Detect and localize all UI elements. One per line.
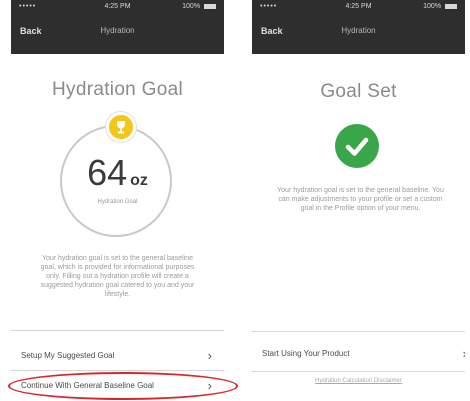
battery-percent: 100% [182,3,201,10]
start-using-product-button[interactable]: Start Using Your Product › [252,342,465,366]
divider [11,370,224,371]
disclaimer-link[interactable]: Hydration Calculation Disclaimer [252,378,465,384]
nav-bar: Back Hydration [11,14,224,54]
chevron-right-icon: › [207,348,212,363]
goal-set-description: Your hydration goal is set to the genera… [277,187,444,212]
battery-indicator: 100% [423,0,457,14]
checkmark-icon [335,124,379,168]
chevron-right-icon: › [207,378,212,393]
nav-title: Hydration [341,26,376,35]
page-title: Goal Set [320,81,397,102]
option-label: Setup My Suggested Goal [21,351,115,360]
page-title: Hydration Goal [52,79,183,100]
divider [252,331,465,332]
battery-icon [445,3,457,9]
option-label: Continue With General Baseline Goal [21,381,154,390]
goal-number: 64 [87,152,128,193]
goal-unit: oz [130,172,148,189]
battery-percent: 100% [423,3,442,10]
trophy-icon [106,112,136,142]
setup-suggested-goal-button[interactable]: Setup My Suggested Goal › [11,344,224,368]
continue-baseline-goal-button[interactable]: Continue With General Baseline Goal › [11,374,224,398]
battery-indicator: 100% [182,0,216,14]
hydration-goal-screen: ••••• 4:25 PM 100% Back Hydration Hydrat… [11,0,224,401]
divider [11,330,224,331]
status-bar: ••••• 4:25 PM 100% [252,0,465,14]
status-bar: ••••• 4:25 PM 100% [11,0,224,14]
battery-icon [204,3,216,9]
goal-caption: Hydration Goal [97,199,138,205]
divider [252,371,465,372]
goal-value: 64 oz [11,152,224,194]
goal-set-screen: ••••• 4:25 PM 100% Back Hydration Goal S… [252,0,465,401]
goal-description: Your hydration goal is set to the genera… [40,255,195,298]
chevron-right-icon: › [463,342,465,366]
nav-bar: Back Hydration [252,14,465,54]
nav-title: Hydration [100,26,135,35]
option-label: Start Using Your Product [262,349,350,358]
